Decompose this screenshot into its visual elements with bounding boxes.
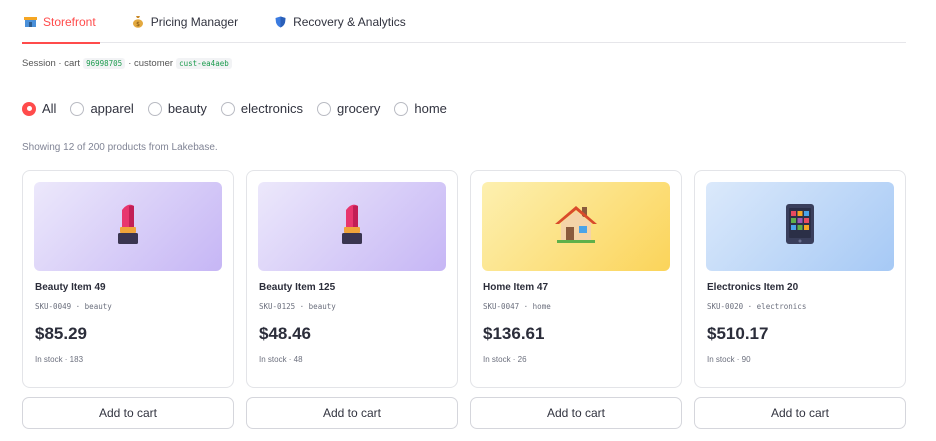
product-price: $85.29 — [35, 324, 87, 343]
product-image — [34, 182, 222, 271]
radio-indicator[interactable] — [147, 101, 162, 116]
product-image — [706, 182, 894, 271]
customer-id: cust-ea4aeb — [176, 58, 232, 69]
tab-label: Storefront — [43, 14, 96, 29]
radio-indicator[interactable] — [317, 101, 332, 116]
product-stock: In stock · 90 — [707, 355, 751, 364]
add-to-cart-button[interactable]: Add to cart — [22, 397, 234, 429]
svg-text:$: $ — [136, 21, 140, 28]
product-sku: SKU-0020 · electronics — [707, 302, 807, 311]
radio-indicator[interactable] — [394, 101, 409, 116]
add-to-cart-button[interactable]: Add to cart — [246, 397, 458, 429]
tab-bar: Storefront $ Pricing Manager Recovery & … — [22, 0, 906, 44]
product-name: Beauty Item 125 — [259, 282, 336, 293]
product-image — [258, 182, 446, 271]
radio-electronics[interactable]: electronics — [220, 101, 304, 116]
tab-label: Pricing Manager — [150, 14, 239, 29]
add-to-cart-button[interactable]: Add to cart — [470, 397, 682, 429]
product-price: $48.46 — [259, 324, 311, 343]
product-sku: SKU-0047 · home — [483, 302, 551, 311]
customer-label: · customer — [128, 58, 174, 69]
shield-icon — [274, 15, 287, 28]
tab-label: Recovery & Analytics — [293, 14, 406, 29]
product-sku: SKU-0125 · beauty — [259, 302, 336, 311]
product-price: $136.61 — [483, 324, 545, 343]
product-name: Electronics Item 20 — [707, 282, 799, 293]
radio-label: electronics — [240, 101, 304, 116]
radio-label: apparel — [90, 101, 134, 116]
category-filter: All apparel beauty electronics grocery h… — [22, 101, 461, 116]
product-card: Beauty Item 125 SKU-0125 · beauty $48.46… — [246, 170, 458, 388]
product-name: Beauty Item 49 — [35, 282, 106, 293]
lipstick-icon — [111, 202, 145, 251]
product-price: $510.17 — [707, 324, 769, 343]
storefront-icon — [24, 15, 37, 28]
radio-label: grocery — [337, 101, 381, 116]
radio-grocery[interactable]: grocery — [317, 101, 380, 116]
product-stock: In stock · 183 — [35, 355, 84, 364]
house-icon — [553, 203, 599, 250]
tablet-icon — [785, 203, 815, 250]
product-name: Home Item 47 — [483, 282, 549, 293]
product-card: Beauty Item 49 SKU-0049 · beauty $85.29 … — [22, 170, 234, 388]
results-count: Showing 12 of 200 products from Lakebase… — [22, 142, 218, 153]
product-image — [482, 182, 670, 271]
radio-beauty[interactable]: beauty — [147, 101, 207, 116]
radio-indicator[interactable] — [70, 101, 85, 116]
radio-indicator[interactable] — [22, 101, 36, 116]
tab-recovery-analytics[interactable]: Recovery & Analytics — [274, 0, 406, 43]
radio-apparel[interactable]: apparel — [70, 101, 134, 116]
radio-home[interactable]: home — [394, 101, 447, 116]
cart-id: 96998705 — [83, 58, 126, 69]
money-bag-icon: $ — [132, 15, 145, 28]
tab-pricing-manager[interactable]: $ Pricing Manager — [132, 0, 238, 43]
product-sku: SKU-0049 · beauty — [35, 302, 112, 311]
radio-label: beauty — [167, 101, 207, 116]
radio-all[interactable]: All — [22, 101, 56, 116]
product-card: Home Item 47 SKU-0047 · home $136.61 In … — [470, 170, 682, 388]
radio-indicator[interactable] — [220, 101, 235, 116]
product-card: Electronics Item 20 SKU-0020 · electroni… — [694, 170, 906, 388]
lipstick-icon — [335, 202, 369, 251]
product-stock: In stock · 26 — [483, 355, 527, 364]
product-stock: In stock · 48 — [259, 355, 303, 364]
add-to-cart-button[interactable]: Add to cart — [694, 397, 906, 429]
session-info: Session · cart 96998705 · customer cust-… — [22, 58, 235, 69]
session-prefix: Session · cart — [22, 58, 81, 69]
tab-storefront[interactable]: Storefront — [22, 0, 100, 44]
radio-label: home — [414, 101, 447, 116]
radio-label: All — [42, 101, 57, 116]
